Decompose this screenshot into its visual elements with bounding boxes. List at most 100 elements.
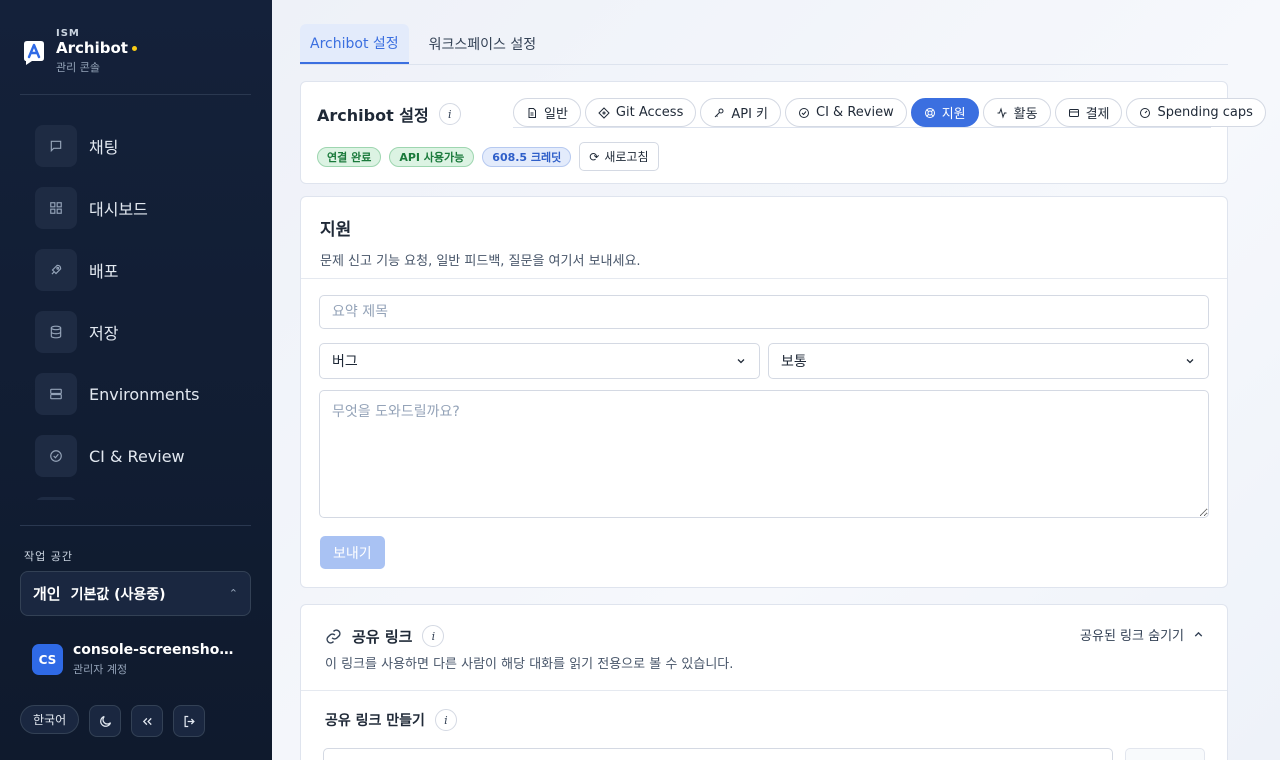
sidebar-item-ci-review[interactable]: CI & Review — [20, 425, 251, 487]
priority-select[interactable]: 보통 — [768, 343, 1209, 379]
subject-input[interactable] — [319, 295, 1209, 329]
share-title: 공유 링크 — [352, 627, 413, 646]
share-description: 이 링크를 사용하면 다른 사람이 해당 대화를 읽기 전용으로 볼 수 있습니… — [325, 657, 734, 672]
git-icon — [598, 106, 610, 119]
tab-label: 지원 — [941, 107, 966, 122]
tab-support[interactable]: 지원 — [910, 98, 979, 127]
more-icon — [35, 497, 77, 500]
tab-label: 결제 — [1085, 107, 1110, 122]
chevrons-left-icon — [142, 717, 152, 725]
sidebar-divider — [20, 94, 251, 95]
chevron-up-icon — [1194, 631, 1203, 637]
language-button[interactable]: 한국어 — [20, 705, 80, 734]
sidebar-item-more[interactable] — [20, 487, 251, 500]
user-name: console-screenshot-pl... — [73, 642, 238, 658]
sidebar-item-label: Environments — [89, 384, 200, 404]
doc-icon — [528, 107, 536, 118]
logout-icon — [184, 715, 195, 727]
tab-label: API 키 — [731, 107, 769, 122]
message-textarea[interactable] — [319, 390, 1209, 518]
logout-button[interactable] — [173, 705, 206, 737]
moon-icon — [99, 715, 111, 727]
sidebar-item-chat[interactable]: 채팅 — [20, 115, 251, 177]
support-card: 지원 문제 신고 기능 요청, 일반 피드백, 질문을 여기서 보내세요. 버그… — [300, 196, 1228, 588]
workspace-select[interactable]: 개인 기본값 (사용중) ⌃ — [20, 571, 251, 616]
support-title: 지원 — [320, 220, 352, 240]
api-badge: API 사용가능 — [389, 146, 475, 167]
sidebar-item-label: 저장 — [89, 324, 119, 343]
share-link-input[interactable] — [323, 748, 1113, 760]
tab-api-keys[interactable]: API 키 — [700, 98, 782, 127]
sidebar-nav: 채팅 대시보드 배포 저장 Environments CI & Review — [20, 115, 251, 500]
status-dot — [131, 45, 137, 51]
brand[interactable]: ISM Archibot 관리 콘솔 — [20, 28, 137, 75]
tab-general[interactable]: 일반 — [513, 98, 581, 127]
brand-name: Archibot — [56, 39, 128, 57]
priority-value: 보통 — [781, 354, 807, 370]
grid-icon — [35, 187, 77, 229]
category-select[interactable]: 버그 — [319, 343, 760, 379]
main-content: Archibot 설정 워크스페이스 설정 Archibot 설정 i 일반 G… — [272, 0, 1280, 760]
info-icon[interactable]: i — [422, 625, 445, 647]
sidebar-item-label: 대시보드 — [89, 200, 148, 219]
tab-label: Git Access — [615, 105, 684, 120]
settings-header-card: Archibot 설정 i 일반 Git Access API 키 CI & R… — [300, 81, 1266, 184]
hide-links-toggle[interactable]: 공유된 링크 숨기기 — [1080, 625, 1205, 644]
tab-spending-caps[interactable]: Spending caps — [1126, 98, 1266, 127]
brand-subtitle: 관리 콘솔 — [56, 61, 100, 74]
user-profile[interactable]: CS console-screenshot-pl... 관리자 계정 — [32, 642, 238, 677]
info-icon[interactable]: i — [438, 103, 461, 125]
link-icon — [326, 628, 341, 644]
status-badge: 연결 완료 — [317, 146, 382, 167]
tab-archibot-settings[interactable]: Archibot 설정 — [300, 24, 409, 64]
refresh-label: 새로고침 — [604, 150, 649, 164]
sidebar: ISM Archibot 관리 콘솔 채팅 대시보드 배포 저장 Environ… — [0, 0, 272, 760]
key-icon — [714, 108, 724, 117]
sidebar-item-storage[interactable]: 저장 — [20, 301, 251, 363]
gauge-icon — [1140, 107, 1151, 118]
tab-git-access[interactable]: Git Access — [584, 98, 697, 127]
category-value: 버그 — [332, 354, 358, 370]
workspace-title: 작업 공간 — [24, 550, 73, 563]
chevron-down-icon — [737, 359, 745, 364]
info-icon[interactable]: i — [434, 709, 457, 731]
refresh-icon: ⟳ — [589, 149, 600, 164]
submit-button[interactable]: 보내기 — [320, 536, 385, 569]
user-role: 관리자 계정 — [73, 663, 128, 676]
sidebar-item-label: 배포 — [89, 262, 119, 281]
theme-toggle-button[interactable] — [89, 705, 122, 737]
sidebar-item-dashboard[interactable]: 대시보드 — [20, 177, 251, 239]
tab-label: Spending caps — [1157, 105, 1253, 120]
activity-icon — [997, 106, 1007, 119]
share-links-card: 공유 링크 i 공유된 링크 숨기기 이 링크를 사용하면 다른 사람이 해당 … — [300, 604, 1228, 760]
sidebar-item-environments[interactable]: Environments — [20, 363, 251, 425]
sidebar-divider — [20, 525, 251, 526]
top-tabs: Archibot 설정 워크스페이스 설정 — [300, 24, 1228, 65]
tab-activity[interactable]: 활동 — [982, 98, 1051, 127]
credits-badge: 608.5 크레딧 — [482, 146, 572, 167]
database-icon — [35, 311, 77, 353]
share-subtitle: 공유 링크 만들기 — [325, 713, 425, 729]
workspace-prefix: 개인 — [33, 585, 61, 603]
server-icon — [35, 373, 77, 415]
settings-tabs: 일반 Git Access API 키 CI & Review 지원 활동 결제… — [513, 98, 1266, 128]
toggle-label: 공유된 링크 숨기기 — [1080, 629, 1184, 644]
chevron-updown-icon: ⌃ — [228, 587, 238, 600]
collapse-sidebar-button[interactable] — [131, 705, 164, 737]
sidebar-item-label: 채팅 — [89, 138, 119, 157]
tab-billing[interactable]: 결제 — [1054, 98, 1123, 127]
chevron-down-icon — [1186, 359, 1194, 364]
tab-label: 일반 — [544, 107, 568, 122]
refresh-button[interactable]: ⟳ 새로고침 — [579, 142, 659, 171]
tab-label: 활동 — [1013, 107, 1038, 122]
support-description: 문제 신고 기능 요청, 일반 피드백, 질문을 여기서 보내세요. — [320, 254, 641, 269]
tab-workspace-settings[interactable]: 워크스페이스 설정 — [419, 24, 547, 64]
create-link-button[interactable]: 링크 만들기 — [1125, 748, 1205, 760]
tab-label: CI & Review — [816, 105, 894, 120]
sidebar-item-deploy[interactable]: 배포 — [20, 239, 251, 301]
page-title: Archibot 설정 — [317, 106, 429, 125]
tab-ci-review[interactable]: CI & Review — [785, 98, 907, 127]
archibot-logo-icon — [24, 41, 44, 65]
check-circle-icon — [799, 107, 810, 118]
sidebar-item-label: CI & Review — [89, 446, 185, 466]
